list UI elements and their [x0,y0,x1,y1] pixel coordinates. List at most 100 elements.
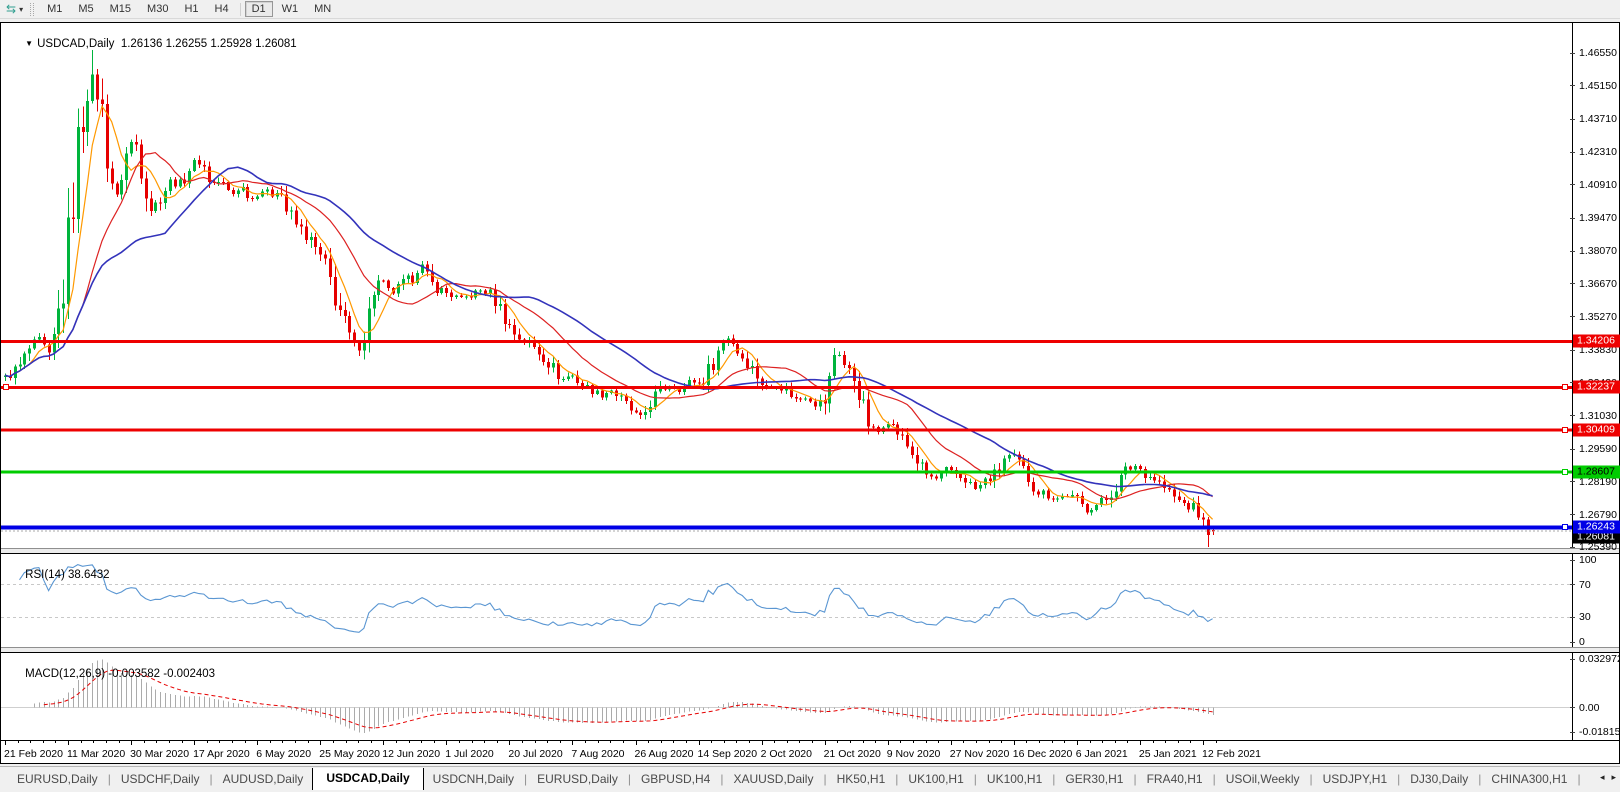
date-tick [131,741,133,745]
price-tick-label: 1.35270 [1579,310,1617,323]
line-handle[interactable] [1562,469,1568,476]
toolbar-grip[interactable] [30,2,35,16]
collapse-chart-icon[interactable]: ▼ [25,39,33,48]
chart-ohlc-values: 1.26136 1.26255 1.25928 1.26081 [120,38,297,50]
tab-usdcnh-daily[interactable]: USDCNH,Daily [424,769,523,789]
date-tick [446,741,448,745]
date-tick [55,741,57,743]
date-tick [774,741,776,743]
tab-usoil-weekly[interactable]: USOil,Weekly [1217,769,1309,789]
date-tick [320,741,322,745]
timeframe-h1[interactable]: H1 [177,1,205,17]
date-tick [459,741,460,743]
date-tick [1165,741,1167,743]
date-tick [572,741,574,745]
rsi-canvas[interactable] [1,554,1572,647]
date-tick [849,741,851,743]
timeframe-m1[interactable]: M1 [40,1,69,17]
chart-shift-icon[interactable]: ⇆ [3,1,17,18]
tab-gbpusd-h4[interactable]: GBPUSD,H4 [632,769,719,789]
date-tick [950,741,952,745]
timeframe-h4[interactable]: H4 [208,1,236,17]
tabs-container: EURUSD,Daily | USDCHF,Daily | AUDUSD,Daily US… [8,767,1588,790]
rsi-tick-dash [1570,584,1575,586]
date-tick [673,741,675,743]
macd-canvas[interactable] [1,653,1572,740]
date-tick [925,741,927,743]
tab-uk100-h1[interactable]: UK100,H1 [899,769,972,789]
tab-eurusd-daily[interactable]: EURUSD,Daily [8,769,107,789]
toolbar-separator [239,2,241,16]
tab-usdjpy-h1[interactable]: USDJPY,H1 [1314,769,1396,789]
date-tick [597,741,599,743]
price-tick-label: 1.31030 [1579,409,1617,422]
date-tick [383,741,385,745]
date-tick [1127,741,1129,743]
date-tick [900,741,902,743]
tab-u[interactable]: U [1582,769,1588,789]
date-tick [370,741,372,743]
timeframe-d1[interactable]: D1 [244,1,273,17]
tab-ger30-h1[interactable]: GER30,H1 [1056,769,1132,789]
price-tick-dash [1570,52,1575,54]
price-tick-dash [1570,448,1575,450]
date-tick [635,741,637,745]
timeframe-mn[interactable]: MN [307,1,338,17]
date-tick [42,741,44,743]
price-chart-canvas[interactable] [1,23,1572,548]
date-tick [257,741,259,745]
date-tick [1190,741,1192,743]
date-tick [761,741,763,745]
price-tick-dash [1570,514,1575,516]
line-handle[interactable] [1562,427,1568,434]
date-label: 12 Jun 2020 [382,748,441,760]
date-tick [685,741,687,743]
date-tick [698,741,700,745]
tab-divider: | [895,771,899,786]
line-handle[interactable] [1562,524,1568,531]
date-tick [1064,741,1066,743]
date-tick [5,741,6,745]
timeframe-w1[interactable]: W1 [275,1,306,17]
price-tick-dash [1570,481,1575,483]
tab-fra40-h1[interactable]: FRA40,H1 [1138,769,1212,789]
date-axis[interactable]: 21 Feb 2020 11 Mar 2020 30 Mar 2020 17 Apr … [1,740,1619,763]
tab-usdchf-daily[interactable]: USDCHF,Daily [112,769,209,789]
date-tick [1026,741,1028,743]
price-tick-dash [1570,151,1575,153]
line-handle[interactable] [3,384,9,391]
tab-divider: | [1397,771,1401,786]
price-tick-dash [1570,283,1575,285]
timeframe-m15[interactable]: M15 [103,1,138,17]
tab-hk50-h1[interactable]: HK50,H1 [828,769,895,789]
tab-china300-h1[interactable]: CHINA300,H1 [1482,769,1576,789]
timeframe-toolbar: ⇆ ▾ M1 M5 M15 M30 H1 H4 D1 W1 MN [0,0,1620,19]
tab-eurusd-daily[interactable]: EURUSD,Daily [528,769,627,789]
tab-usdcad-daily[interactable]: USDCAD,Daily [312,767,424,790]
date-tick [837,741,839,743]
chevron-down-icon[interactable]: ▾ [19,5,23,14]
price-tick-label: 1.46550 [1579,47,1617,59]
tab-uk100-h1[interactable]: UK100,H1 [978,769,1051,789]
date-tick [395,741,397,743]
tab-scroll-right-icon[interactable]: ▸ [1611,772,1616,783]
line-handle[interactable] [1562,384,1568,391]
date-tick [358,741,360,743]
timeframe-m30[interactable]: M30 [140,1,175,17]
tab-scroll-left-icon[interactable]: ◂ [1600,772,1605,783]
rsi-axis-line [1572,554,1573,647]
rsi-tick-label: 100 [1579,554,1597,566]
tab-audusd-daily[interactable]: AUDUSD,Daily [214,769,313,789]
tab-divider: | [1052,771,1056,786]
date-tick [118,741,120,743]
date-label: 21 Feb 2020 [4,748,63,760]
price-tick-label: 1.45150 [1579,79,1617,92]
tab-dj30-daily[interactable]: DJ30,Daily [1401,769,1477,789]
timeframe-m5[interactable]: M5 [71,1,100,17]
tab-xauusd-daily[interactable]: XAUUSD,Daily [724,769,822,789]
date-label: 25 Jan 2021 [1138,748,1197,760]
macd-tick-dash [1570,707,1575,709]
chart-window: ▼ USDCAD,Daily 1.26136 1.26255 1.25928 1.… [0,22,1620,764]
date-tick [206,741,208,743]
macd-tick-dash [1570,658,1575,660]
